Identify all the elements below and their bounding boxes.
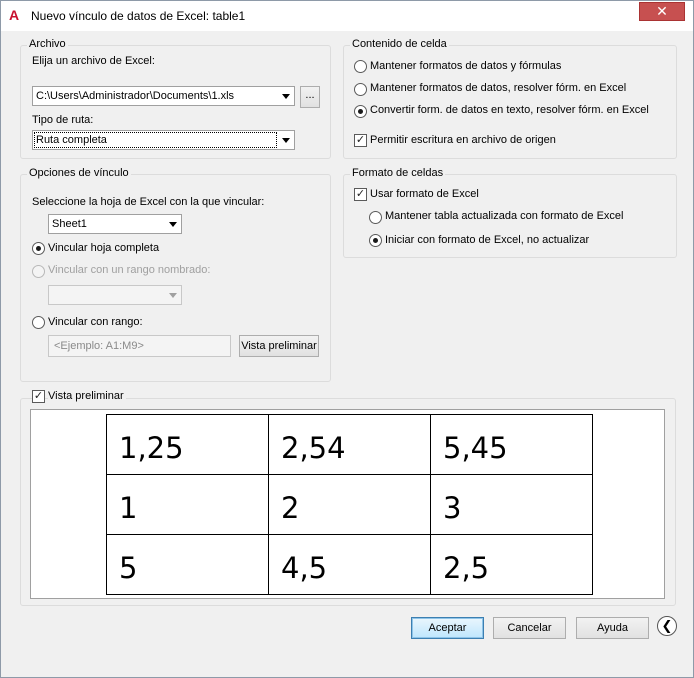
radio-resolve-excel-label: Mantener formatos de datos, resolver fór…: [370, 82, 627, 94]
preview-pane: 1,25 2,54 5,45 1 2 3 5 4,5 2,5: [30, 409, 665, 599]
radio-keep-formulas-label: Mantener formatos de datos y fórmulas: [370, 60, 562, 72]
preview-checkbox[interactable]: ✓: [32, 390, 45, 403]
group-formato-legend: Formato de celdas: [350, 167, 446, 179]
close-button[interactable]: ✕: [639, 2, 685, 21]
radio-named-range-label: Vincular con un rango nombrado:: [48, 264, 211, 276]
path-type-value: Ruta completa: [34, 132, 277, 148]
radio-start-excel-label: Iniciar con formato de Excel, no actuali…: [385, 234, 590, 246]
table-row: 1,25 2,54 5,45: [106, 414, 593, 475]
range-input-placeholder: <Ejemplo: A1:M9>: [54, 340, 144, 352]
dialog-window: A Nuevo vínculo de datos de Excel: table…: [0, 0, 694, 678]
collapse-arrow-icon[interactable]: ❮: [657, 616, 677, 636]
use-excel-format-checkbox[interactable]: ✓: [354, 188, 367, 201]
table-cell: 1: [106, 474, 269, 535]
group-archivo-legend: Archivo: [27, 38, 68, 50]
choose-file-label: Elija un archivo de Excel:: [32, 55, 155, 67]
radio-keep-formulas[interactable]: [354, 60, 367, 73]
table-cell: 2,54: [268, 414, 431, 475]
table-cell: 1,25: [106, 414, 269, 475]
cancel-button[interactable]: Cancelar: [493, 617, 566, 639]
sheet-select-label: Seleccione la hoja de Excel con la que v…: [32, 196, 265, 208]
named-range-dropdown[interactable]: [48, 285, 182, 305]
table-cell: 5: [106, 534, 269, 595]
radio-start-excel[interactable]: [369, 234, 382, 247]
radio-range[interactable]: [32, 316, 45, 329]
radio-resolve-excel[interactable]: [354, 83, 367, 96]
sheet-dropdown[interactable]: Sheet1: [48, 214, 182, 234]
preview-table: 1,25 2,54 5,45 1 2 3 5 4,5 2,5: [106, 414, 593, 595]
radio-convert-text[interactable]: [354, 105, 367, 118]
table-cell: 4,5: [268, 534, 431, 595]
group-opciones-legend: Opciones de vínculo: [27, 167, 131, 179]
preview-button[interactable]: Vista preliminar: [239, 335, 319, 357]
table-cell: 2: [268, 474, 431, 535]
chevron-down-icon: [282, 94, 290, 99]
autocad-app-icon: A: [9, 7, 20, 23]
radio-keep-updated[interactable]: [369, 211, 382, 224]
table-cell: 3: [430, 474, 593, 535]
radio-full-sheet[interactable]: [32, 242, 45, 255]
chevron-down-icon: [282, 138, 290, 143]
radio-named-range[interactable]: [32, 265, 45, 278]
table-row: 1 2 3: [106, 474, 593, 535]
range-input[interactable]: <Ejemplo: A1:M9>: [48, 335, 231, 357]
sheet-value: Sheet1: [52, 218, 87, 230]
table-row: 5 4,5 2,5: [106, 534, 593, 595]
help-button[interactable]: Ayuda: [576, 617, 649, 639]
radio-full-sheet-label: Vincular hoja completa: [48, 242, 160, 254]
table-cell: 2,5: [430, 534, 593, 595]
allow-write-checkbox[interactable]: ✓: [354, 134, 367, 147]
radio-convert-text-label: Convertir form. de datos en texto, resol…: [370, 104, 649, 116]
ok-button[interactable]: Aceptar: [411, 617, 484, 639]
chevron-down-icon: [169, 293, 177, 298]
radio-keep-updated-label: Mantener tabla actualizada con formato d…: [385, 210, 624, 222]
preview-label: Vista preliminar: [48, 390, 126, 402]
radio-range-label: Vincular con rango:: [48, 316, 143, 328]
window-title: Nuevo vínculo de datos de Excel: table1: [31, 9, 246, 23]
table-cell: 5,45: [430, 414, 593, 475]
path-type-dropdown[interactable]: Ruta completa: [32, 130, 295, 150]
title-bar: A Nuevo vínculo de datos de Excel: table…: [1, 1, 693, 31]
excel-file-value: C:\Users\Administrador\Documents\1.xls: [36, 90, 235, 102]
browse-button[interactable]: ...: [300, 86, 320, 108]
excel-file-dropdown[interactable]: C:\Users\Administrador\Documents\1.xls: [32, 86, 295, 106]
use-excel-format-label: Usar formato de Excel: [370, 188, 479, 200]
chevron-down-icon: [169, 222, 177, 227]
path-type-label: Tipo de ruta:: [32, 114, 94, 126]
allow-write-label: Permitir escritura en archivo de origen: [370, 134, 556, 146]
group-contenido-legend: Contenido de celda: [350, 38, 449, 50]
